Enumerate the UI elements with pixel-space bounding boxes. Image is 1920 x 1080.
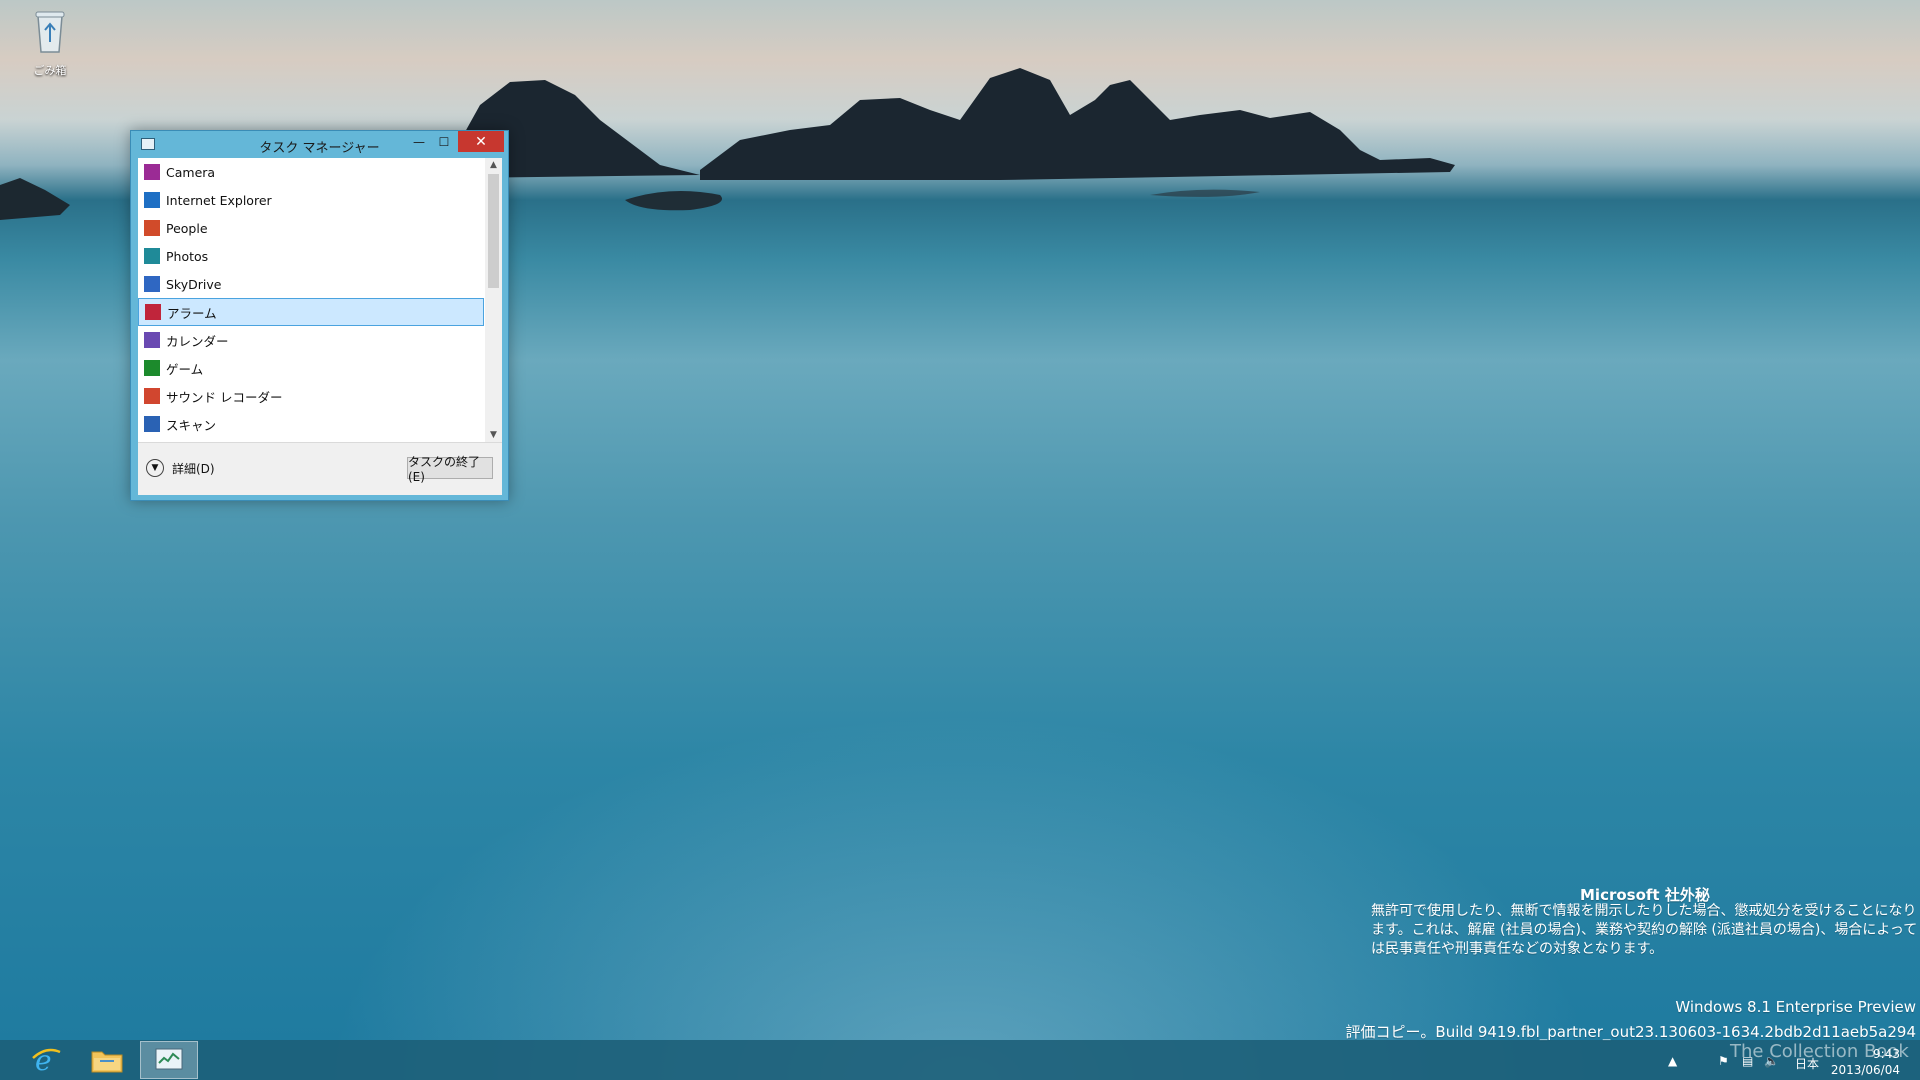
app-list-item[interactable]: Camera bbox=[138, 158, 484, 186]
system-clock[interactable]: 9:43 2013/06/04 bbox=[1831, 1046, 1900, 1078]
app-list-item[interactable]: SkyDrive bbox=[138, 270, 484, 298]
scrollbar-thumb[interactable] bbox=[488, 174, 499, 288]
people-icon bbox=[144, 220, 160, 236]
app-list-item[interactable]: Internet Explorer bbox=[138, 186, 484, 214]
app-name-label: Photos bbox=[166, 248, 209, 264]
ie-icon: e bbox=[32, 1044, 61, 1076]
scroll-down-arrow-icon[interactable]: ▼ bbox=[485, 428, 502, 442]
app-list-item[interactable]: カレンダー bbox=[138, 326, 484, 354]
watermark-body: 無許可で使用したり、無断で情報を開示したりした場合、懲戒処分を受けることになりま… bbox=[1371, 903, 1918, 957]
end-task-button[interactable]: タスクの終了(E) bbox=[407, 455, 493, 484]
games-icon bbox=[144, 360, 160, 376]
app-list[interactable]: Camera Internet Explorer People Photos SkyDr… bbox=[138, 158, 484, 442]
app-list-item[interactable]: スキャン bbox=[138, 410, 484, 438]
chevron-down-icon: ▼ bbox=[146, 459, 164, 477]
more-details-toggle[interactable]: ▼ 詳細(D) bbox=[146, 459, 215, 477]
app-list-item[interactable]: サウンド レコーダー bbox=[138, 382, 484, 410]
task-manager-footer: ▼ 詳細(D) タスクの終了(E) bbox=[138, 442, 502, 495]
app-name-label: SkyDrive bbox=[166, 276, 222, 292]
app-list-item[interactable]: Photos bbox=[138, 242, 484, 270]
recycle-bin-label: ごみ箱 bbox=[33, 64, 67, 77]
taskbar-task-manager[interactable] bbox=[140, 1041, 198, 1079]
more-details-label: 詳細(D) bbox=[172, 461, 215, 476]
folder-icon bbox=[91, 1051, 123, 1073]
ie-icon bbox=[144, 192, 160, 208]
app-list-item[interactable]: アラーム bbox=[138, 298, 484, 326]
skydrive-icon bbox=[144, 276, 160, 292]
app-list-item[interactable]: ゲーム bbox=[138, 354, 484, 382]
recycle-bin-icon bbox=[35, 11, 65, 53]
scroll-up-arrow-icon[interactable]: ▲ bbox=[485, 158, 502, 172]
camera-icon bbox=[144, 164, 160, 180]
close-button[interactable]: ✕ bbox=[458, 131, 504, 152]
app-name-label: アラーム bbox=[167, 305, 217, 321]
app-list-scrollbar[interactable]: ▲ ▼ bbox=[485, 158, 502, 442]
alarm-icon bbox=[145, 304, 161, 320]
app-name-label: サウンド レコーダー bbox=[166, 389, 283, 405]
volume-icon[interactable]: 🔈 bbox=[1764, 1054, 1779, 1068]
build-string: 評価コピー。Build 9419.fbl_partner_out23.13060… bbox=[1345, 1023, 1916, 1041]
windows-edition: Windows 8.1 Enterprise Preview bbox=[1675, 998, 1916, 1016]
network-icon[interactable]: ▤ bbox=[1742, 1054, 1753, 1068]
app-list-item[interactable]: People bbox=[138, 214, 484, 242]
taskbar: e bbox=[0, 1040, 1920, 1080]
input-language-indicator[interactable]: 日本 bbox=[1795, 1055, 1819, 1072]
scan-icon bbox=[144, 416, 160, 432]
task-manager-body: Camera Internet Explorer People Photos SkyDr… bbox=[138, 158, 502, 495]
sound-recorder-icon bbox=[144, 388, 160, 404]
clock-date: 2013/06/04 bbox=[1830, 1063, 1900, 1077]
title-bar[interactable]: タスク マネージャー — ☐ ✕ bbox=[131, 131, 508, 158]
task-manager-window[interactable]: タスク マネージャー — ☐ ✕ Camera Internet Explorer… bbox=[130, 130, 509, 501]
maximize-button[interactable]: ☐ bbox=[431, 131, 457, 152]
show-hidden-icons-icon[interactable]: ▲ bbox=[1668, 1054, 1677, 1068]
minimize-button[interactable]: — bbox=[407, 131, 431, 152]
action-center-flag-icon[interactable]: ⚑ bbox=[1718, 1054, 1729, 1068]
app-name-label: ゲーム bbox=[166, 361, 204, 377]
photos-icon bbox=[144, 248, 160, 264]
app-name-label: Camera bbox=[166, 164, 216, 180]
app-name-label: Internet Explorer bbox=[166, 192, 272, 208]
taskbar-internet-explorer[interactable]: e bbox=[17, 1041, 75, 1079]
app-name-label: カレンダー bbox=[166, 333, 229, 349]
taskbar-file-explorer[interactable] bbox=[78, 1041, 136, 1079]
clock-time: 9:43 bbox=[1873, 1047, 1900, 1061]
task-manager-icon bbox=[155, 1048, 183, 1070]
app-name-label: People bbox=[166, 220, 208, 236]
calendar-icon bbox=[144, 332, 160, 348]
app-name-label: スキャン bbox=[166, 417, 217, 433]
recycle-bin[interactable]: ごみ箱 bbox=[22, 6, 78, 78]
